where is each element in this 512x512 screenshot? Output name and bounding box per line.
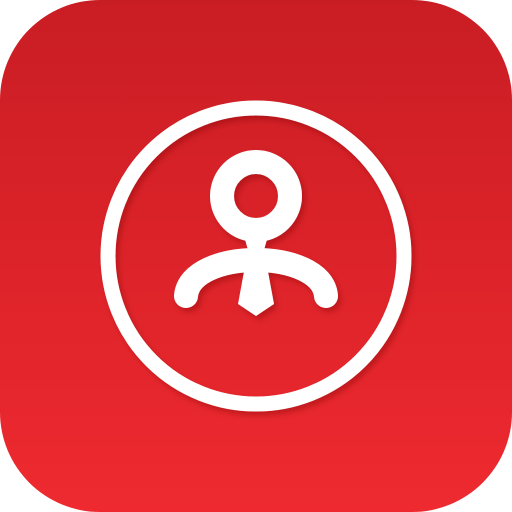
- app-icon-canvas: [0, 0, 512, 512]
- app-icon[interactable]: [0, 0, 512, 512]
- person-with-tie-icon: [100, 100, 412, 412]
- tie-knot-icon: [244, 236, 268, 250]
- head-icon: [210, 150, 302, 242]
